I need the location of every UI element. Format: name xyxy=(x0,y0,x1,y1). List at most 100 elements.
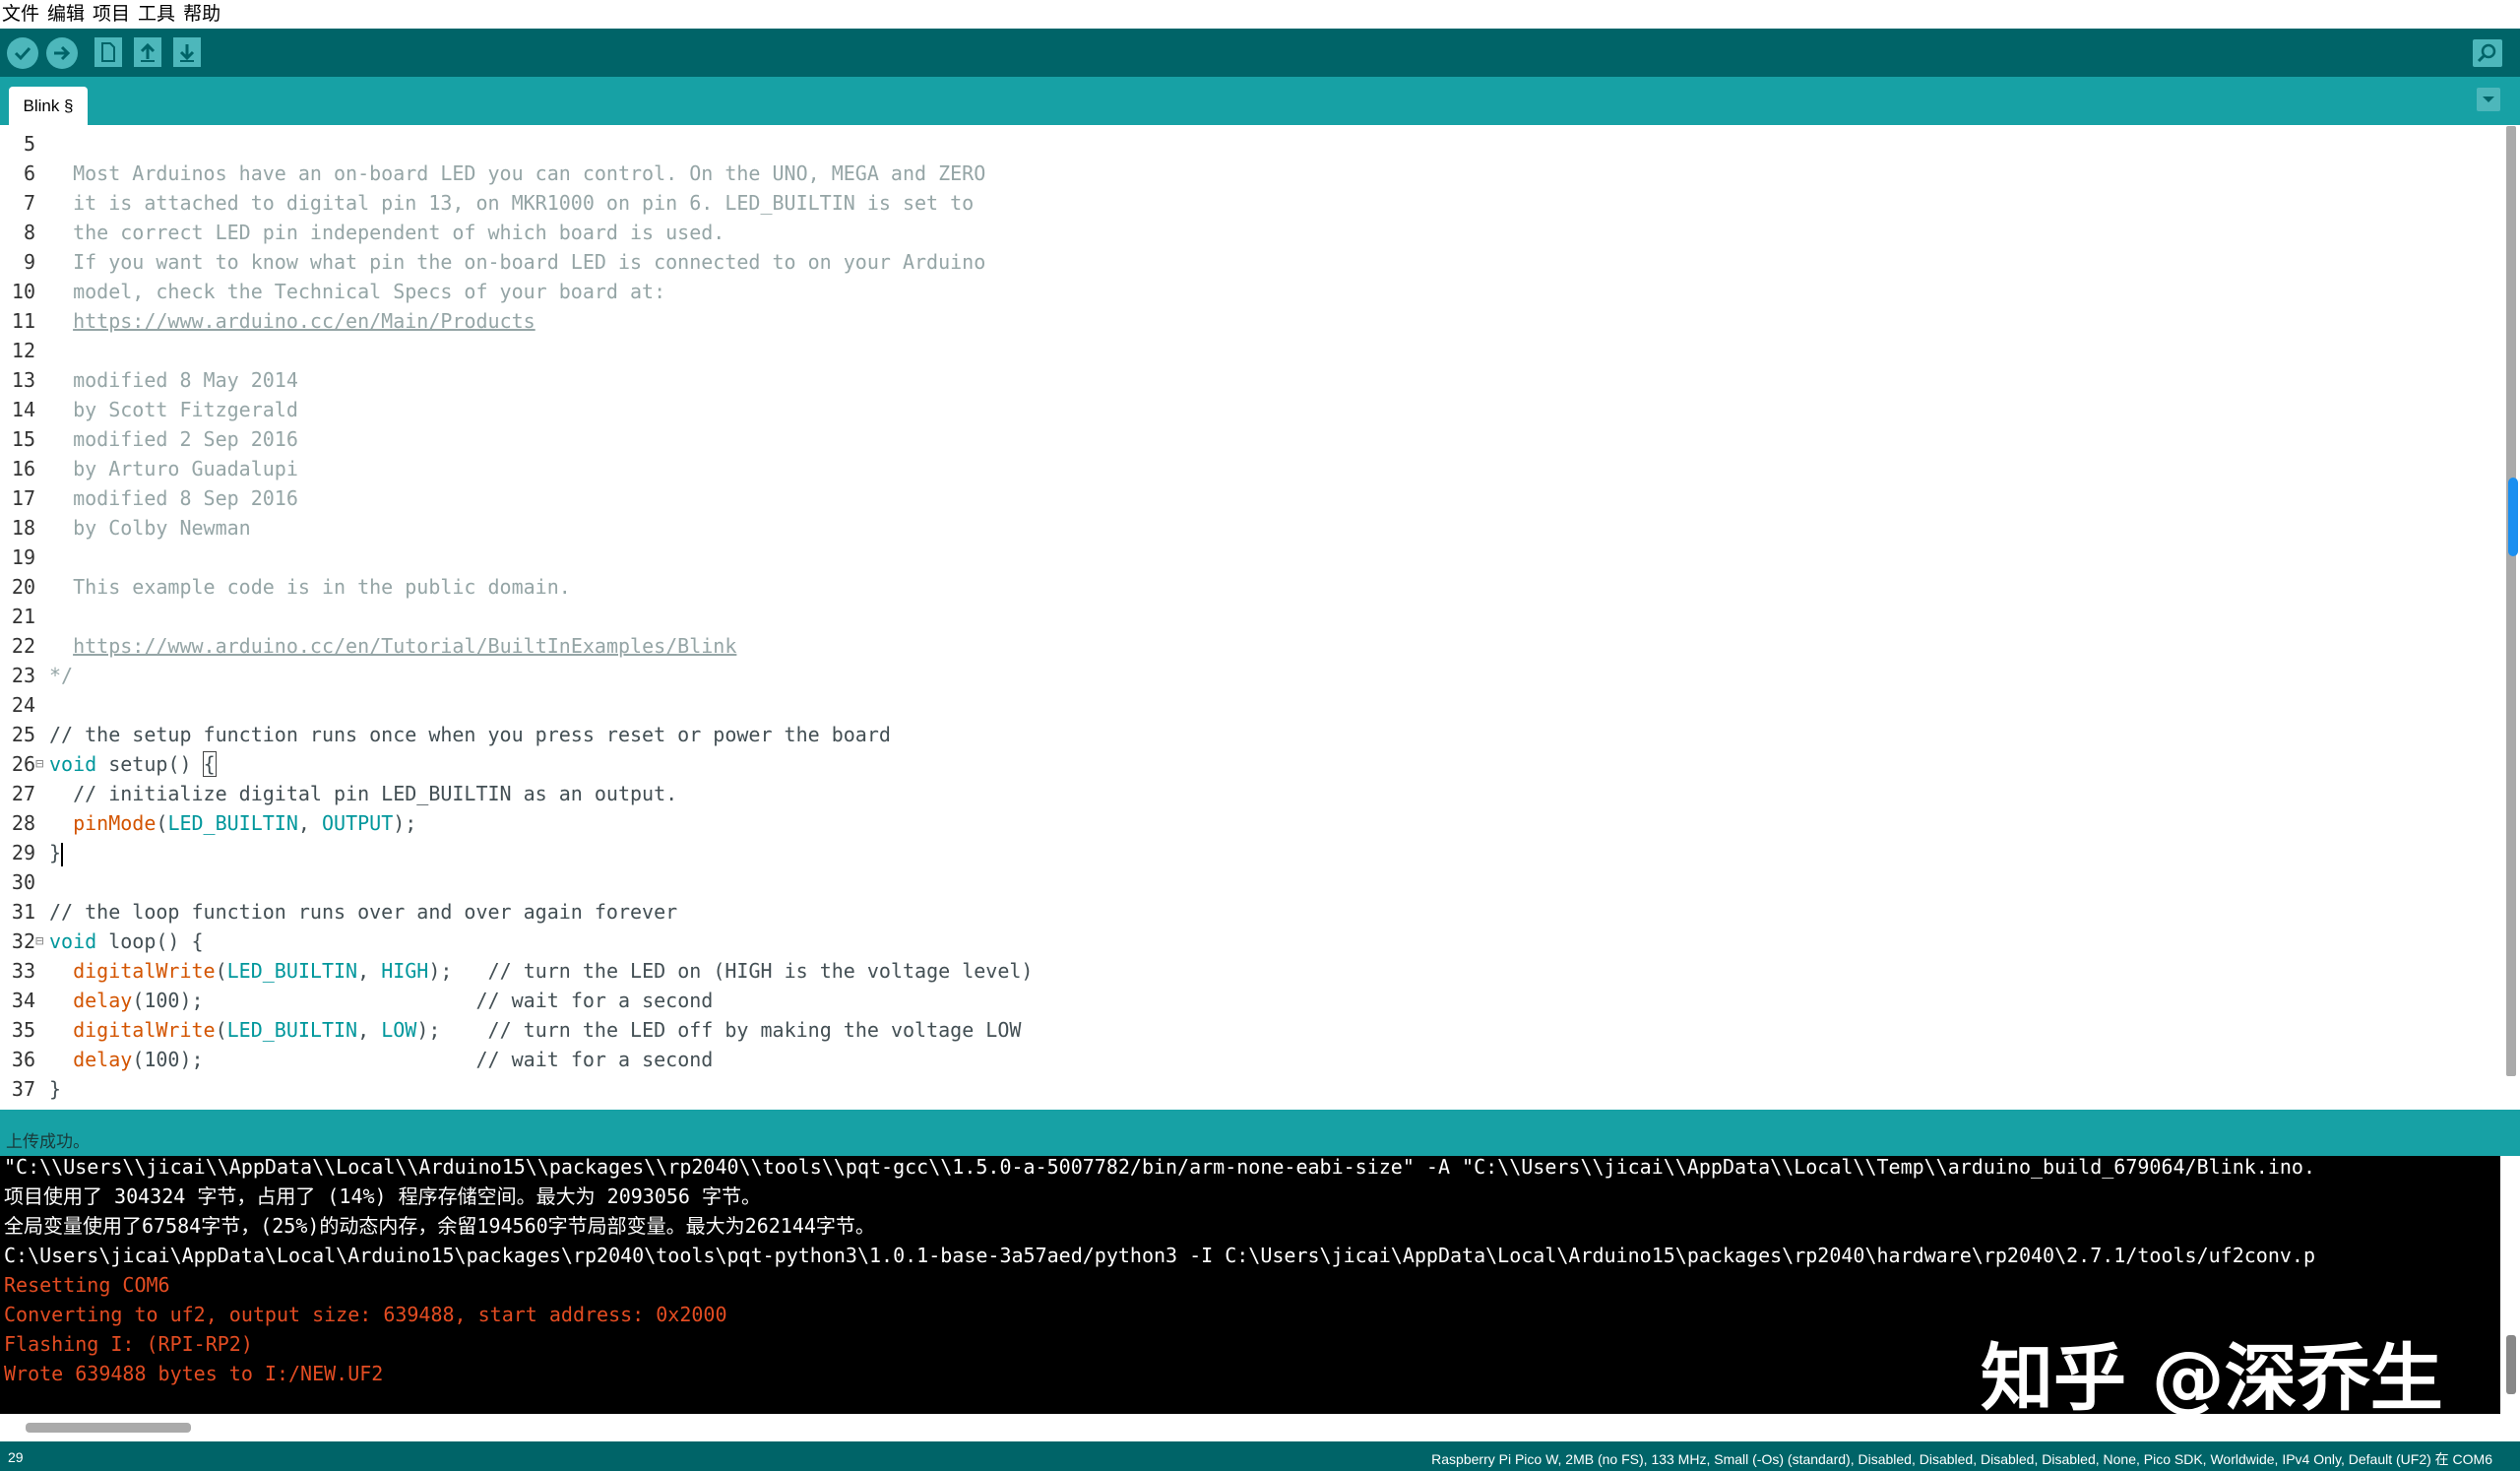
code-token: */ xyxy=(49,664,74,687)
code-line[interactable]: 27 // initialize digital pin LED_BUILTIN… xyxy=(0,779,2481,808)
menu-edit[interactable]: 编辑 xyxy=(43,0,89,29)
code-token: model, check the Technical Specs of your… xyxy=(49,280,666,303)
status-bar: 上传成功。 xyxy=(0,1110,2520,1156)
code-line[interactable]: 30 xyxy=(0,867,2481,897)
line-number: 10 xyxy=(11,280,35,303)
code-line[interactable]: 18 by Colby Newman xyxy=(0,513,2481,543)
menu-tools[interactable]: 工具 xyxy=(134,0,179,29)
serial-monitor-button[interactable] xyxy=(2473,39,2502,67)
console-line: Converting to uf2, output size: 639488, … xyxy=(4,1303,727,1326)
code-line[interactable]: 32 ⊟ void loop() { xyxy=(0,927,2481,956)
code-token: // the setup function runs once when you… xyxy=(49,723,891,746)
code-token: () xyxy=(167,752,204,776)
code-token: ); // turn the LED on (HIGH is the volta… xyxy=(428,959,1034,983)
code-token: } xyxy=(49,841,62,864)
code-line[interactable]: 19 xyxy=(0,543,2481,572)
code-link[interactable]: https://www.arduino.cc/en/Main/Products xyxy=(73,309,536,333)
code-text: modified 8 Sep 2016 xyxy=(49,483,298,513)
menu-help[interactable]: 帮助 xyxy=(179,0,224,29)
code-line[interactable]: 22 https://www.arduino.cc/en/Tutorial/Bu… xyxy=(0,631,2481,661)
code-text: // initialize digital pin LED_BUILTIN as… xyxy=(49,779,677,808)
new-button[interactable] xyxy=(94,37,122,67)
menu-bar: 文件 编辑 项目 工具 帮助 xyxy=(0,0,2520,29)
code-line[interactable]: 33 digitalWrite(LED_BUILTIN, HIGH); // t… xyxy=(0,956,2481,986)
code-line[interactable]: 7 it is attached to digital pin 13, on M… xyxy=(0,188,2481,218)
code-text: modified 2 Sep 2016 xyxy=(49,424,298,454)
code-editor[interactable]: 5 6 Most Arduinos have an on-board LED yo… xyxy=(0,125,2520,1110)
code-line[interactable]: 6 Most Arduinos have an on-board LED you… xyxy=(0,159,2481,188)
code-link[interactable]: https://www.arduino.cc/en/Tutorial/Built… xyxy=(73,634,736,658)
code-line[interactable]: 20 This example code is in the public do… xyxy=(0,572,2481,602)
code-token: ( xyxy=(215,959,227,983)
upload-button[interactable] xyxy=(46,37,78,69)
console-scroll-thumb[interactable] xyxy=(2506,1335,2516,1394)
fold-toggle-icon[interactable]: ⊟ xyxy=(35,927,43,956)
code-line[interactable]: 14 by Scott Fitzgerald xyxy=(0,395,2481,424)
tab-blink[interactable]: Blink § xyxy=(9,87,88,125)
code-line[interactable]: 31 // the loop function runs over and ove… xyxy=(0,897,2481,927)
editor-scroll-thumb[interactable] xyxy=(2508,478,2518,556)
code-line[interactable]: 9 If you want to know what pin the on-bo… xyxy=(0,247,2481,277)
code-token: the correct LED pin independent of which… xyxy=(49,221,725,244)
code-line[interactable]: 15 modified 2 Sep 2016 xyxy=(0,424,2481,454)
code-token: it is attached to digital pin 13, on MKR… xyxy=(49,191,975,215)
code-token: (100); // wait for a second xyxy=(132,989,714,1012)
text-caret xyxy=(61,842,64,866)
code-text: } xyxy=(49,838,64,867)
code-line[interactable]: 35 digitalWrite(LED_BUILTIN, LOW); // tu… xyxy=(0,1015,2481,1045)
code-text: If you want to know what pin the on-boar… xyxy=(49,247,985,277)
code-line[interactable]: 36 delay(100); // wait for a second xyxy=(0,1045,2481,1074)
code-text: } xyxy=(49,1074,61,1104)
code-line[interactable]: 21 xyxy=(0,602,2481,631)
code-text: // the setup function runs once when you… xyxy=(49,720,891,749)
code-line[interactable]: 29} xyxy=(0,838,2481,867)
arrow-up-icon xyxy=(134,37,161,67)
code-token: loop xyxy=(108,929,157,953)
console-line: Flashing I: (RPI-RP2) xyxy=(4,1332,253,1356)
code-text: by Colby Newman xyxy=(49,513,251,543)
editor-vertical-scrollbar[interactable] xyxy=(2506,126,2516,1076)
line-number: 13 xyxy=(11,368,35,392)
save-button[interactable] xyxy=(173,37,201,67)
code-line[interactable]: 37} xyxy=(0,1074,2481,1104)
menu-file[interactable]: 文件 xyxy=(0,0,43,29)
code-token: digitalWrite xyxy=(73,1018,216,1042)
code-token: , xyxy=(297,811,322,835)
code-line[interactable]: 34 delay(100); // wait for a second xyxy=(0,986,2481,1015)
code-line[interactable]: 16 by Arturo Guadalupi xyxy=(0,454,2481,483)
code-text: This example code is in the public domai… xyxy=(49,572,571,602)
menu-sketch[interactable]: 项目 xyxy=(89,0,134,29)
console-line: C:\Users\jicai\AppData\Local\Arduino15\p… xyxy=(4,1244,2315,1267)
code-line[interactable]: 26 ⊟ void setup() { xyxy=(0,749,2481,779)
code-token: (100); // wait for a second xyxy=(132,1048,714,1071)
verify-button[interactable] xyxy=(7,37,38,69)
open-button[interactable] xyxy=(134,37,161,67)
code-text: */ xyxy=(49,661,73,690)
code-line[interactable]: 8 the correct LED pin independent of whi… xyxy=(0,218,2481,247)
code-text: model, check the Technical Specs of your… xyxy=(49,277,665,306)
code-line[interactable]: 17 modified 8 Sep 2016 xyxy=(0,483,2481,513)
code-line[interactable]: 11 https://www.arduino.cc/en/Main/Produc… xyxy=(0,306,2481,336)
code-line[interactable]: 23 */ xyxy=(0,661,2481,690)
code-line[interactable]: 28 pinMode(LED_BUILTIN, OUTPUT); xyxy=(0,808,2481,838)
console-hscroll-thumb[interactable] xyxy=(26,1423,191,1433)
code-token: modified 2 Sep 2016 xyxy=(49,427,298,451)
code-token: LED_BUILTIN xyxy=(167,811,298,835)
code-line[interactable]: 13 modified 8 May 2014 xyxy=(0,365,2481,395)
code-line[interactable]: 10 model, check the Technical Specs of y… xyxy=(0,277,2481,306)
code-line[interactable]: 24 xyxy=(0,690,2481,720)
code-line[interactable]: 25 // the setup function runs once when y… xyxy=(0,720,2481,749)
tab-menu-button[interactable] xyxy=(2477,88,2500,111)
code-text: modified 8 May 2014 xyxy=(49,365,298,395)
code-token: pinMode xyxy=(73,811,157,835)
code-token: LOW xyxy=(381,1018,417,1042)
console-line: 项目使用了 304324 字节，占用了 (14%) 程序存储空间。最大为 209… xyxy=(4,1184,761,1208)
fold-toggle-icon[interactable]: ⊟ xyxy=(35,749,43,779)
line-number: 17 xyxy=(11,486,35,510)
line-number: 37 xyxy=(11,1077,35,1101)
code-line[interactable]: 12 xyxy=(0,336,2481,365)
code-line[interactable]: 5 xyxy=(0,129,2481,159)
